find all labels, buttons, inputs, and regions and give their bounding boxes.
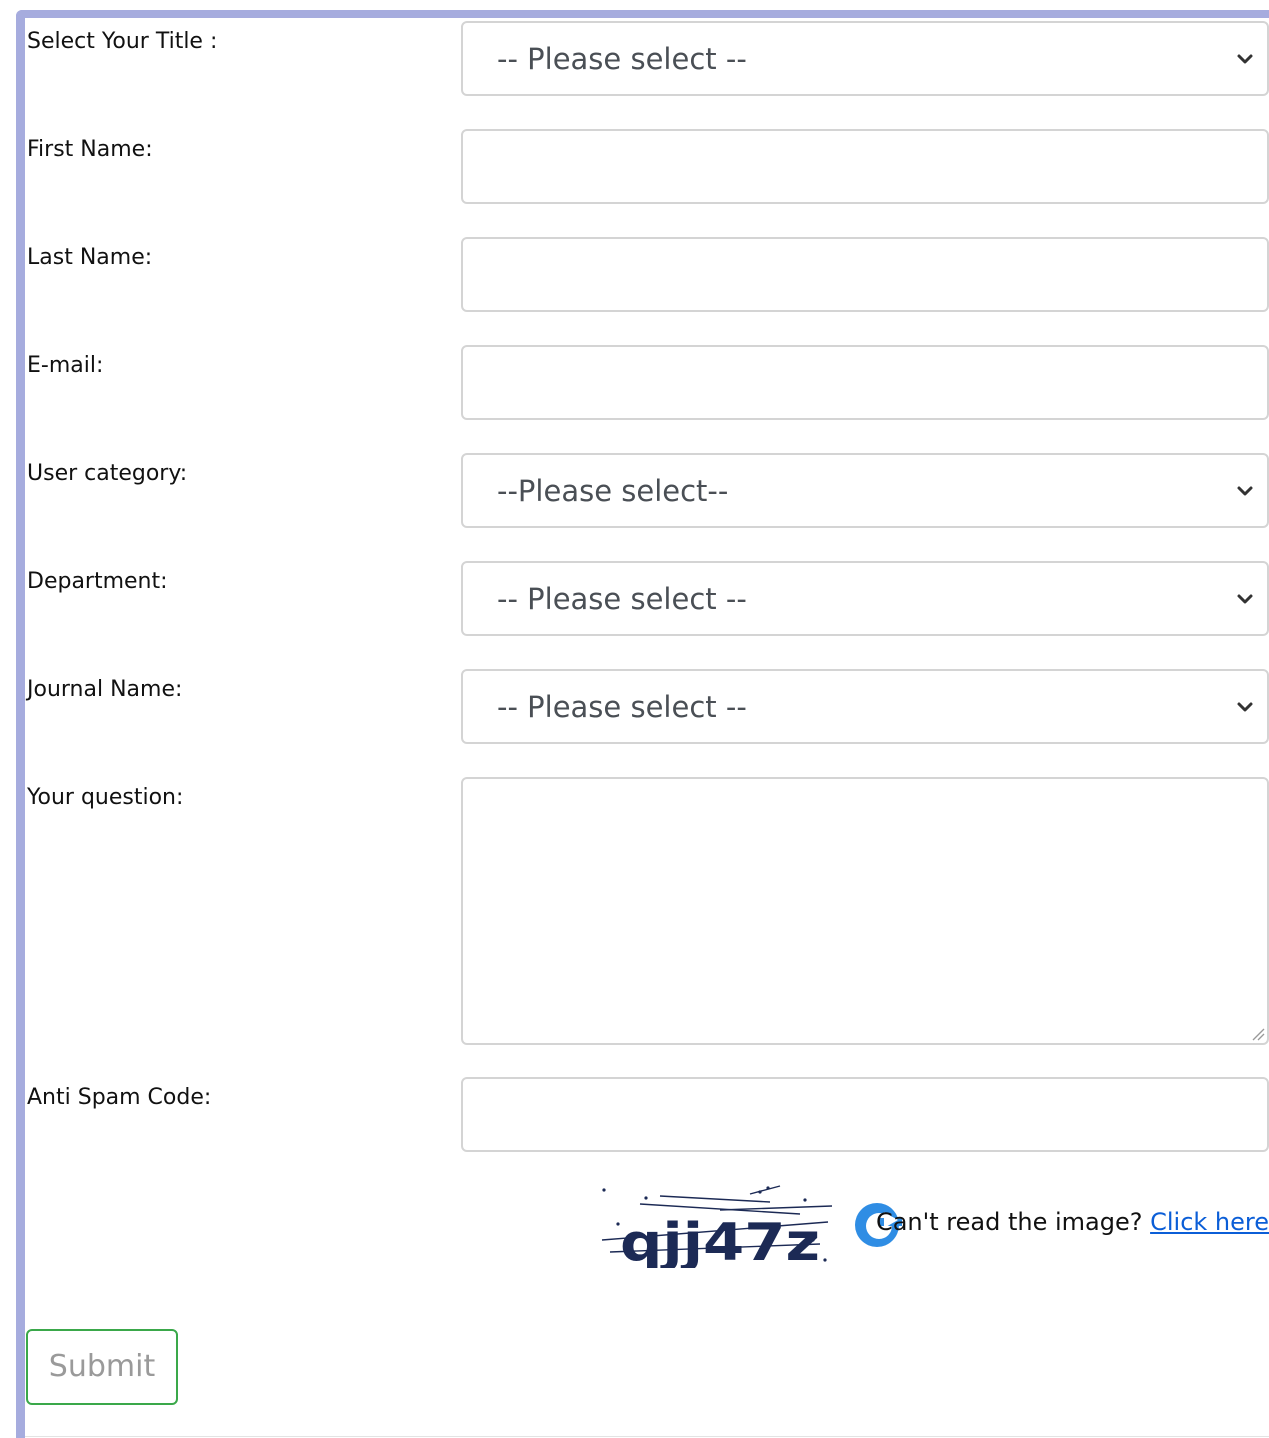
user-category-select[interactable]: --Please select-- [461, 453, 1269, 528]
cant-read-prompt: Can't read the image? [875, 1208, 1143, 1236]
department-select-value: -- Please select -- [497, 581, 747, 616]
title-select-value: -- Please select -- [497, 41, 747, 76]
last-name-label: Last Name: [27, 245, 153, 270]
click-here-link[interactable]: Click here [1150, 1208, 1269, 1236]
email-input[interactable] [461, 345, 1269, 420]
journal-name-label: Journal Name: [27, 677, 183, 702]
anti-spam-label: Anti Spam Code: [27, 1085, 212, 1110]
anti-spam-input[interactable] [461, 1077, 1269, 1152]
question-textarea[interactable] [461, 777, 1269, 1045]
chevron-down-icon [1237, 54, 1253, 63]
resize-grip-icon[interactable] [1249, 1025, 1265, 1041]
journal-name-select[interactable]: -- Please select -- [461, 669, 1269, 744]
captcha-row: qjj47z Can't read the image? Click here [600, 1180, 1269, 1270]
cant-read-text: Can't read the image? Click here [876, 1208, 1269, 1236]
captcha-text: qjj47z [620, 1213, 820, 1268]
question-label: Your question: [27, 785, 184, 810]
department-label: Department: [27, 569, 168, 594]
first-name-input[interactable] [461, 129, 1269, 204]
journal-name-select-value: -- Please select -- [497, 689, 747, 724]
captcha-image: qjj47z [601, 1185, 833, 1268]
user-category-label: User category: [27, 461, 188, 486]
divider [25, 1436, 1269, 1437]
chevron-down-icon [1237, 486, 1253, 495]
submit-button[interactable]: Submit [26, 1329, 178, 1405]
title-label: Select Your Title : [27, 29, 218, 54]
first-name-label: First Name: [27, 137, 153, 162]
last-name-input[interactable] [461, 237, 1269, 312]
email-label: E-mail: [27, 353, 104, 378]
chevron-down-icon [1237, 702, 1253, 711]
department-select[interactable]: -- Please select -- [461, 561, 1269, 636]
title-select[interactable]: -- Please select -- [461, 21, 1269, 96]
chevron-down-icon [1237, 594, 1253, 603]
user-category-select-value: --Please select-- [497, 473, 729, 508]
